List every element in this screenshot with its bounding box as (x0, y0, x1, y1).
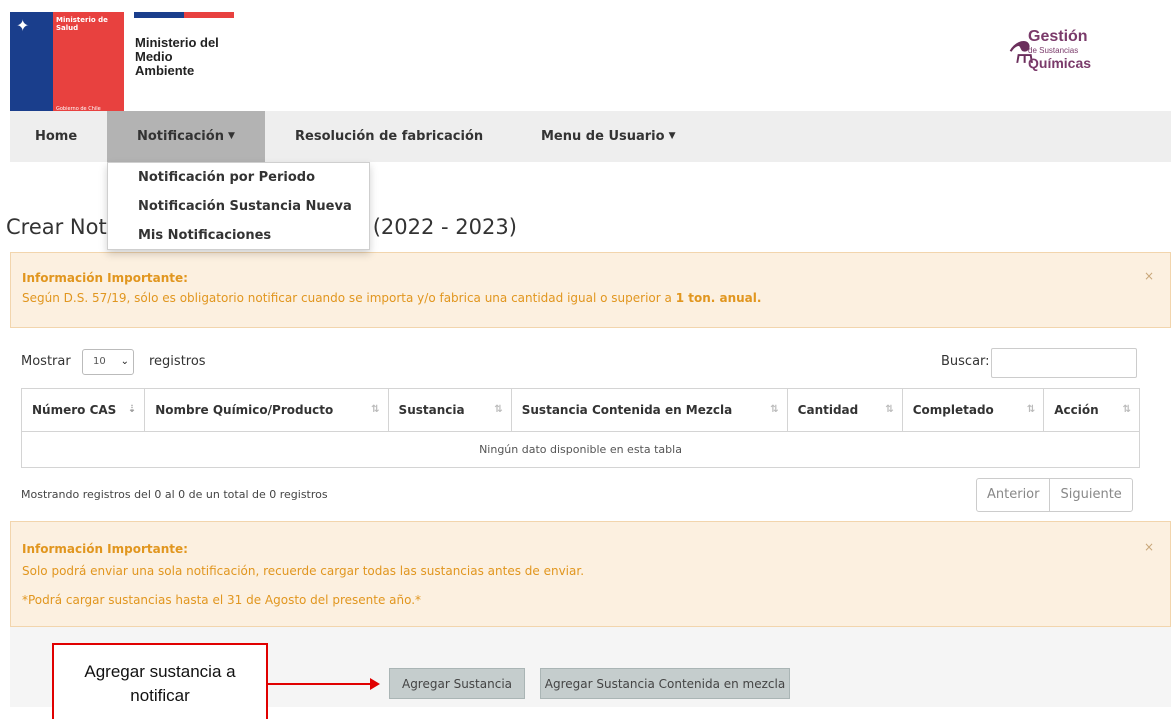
col-accion[interactable]: Acción ⇅ (1043, 388, 1140, 432)
caret-down-icon: ▼ (668, 131, 676, 141)
alert-2-line-1: Solo podrá enviar una sola notificación,… (22, 564, 585, 578)
notificaciones-table: Número CAS ⇣ Nombre Químico/Producto ⇅ Sus… (20, 388, 1140, 468)
table-info: Mostrando registros del 0 al 0 de un tot… (21, 488, 328, 501)
gob-title-2: Salud (56, 24, 79, 32)
page-title-end: (2022 - 2023) (372, 215, 517, 239)
mostrar-label: Mostrar (21, 354, 71, 369)
annotation-arrow (268, 683, 378, 685)
annotation-callout: Agregar sustancia a notificar (52, 643, 268, 719)
nav-notificacion[interactable]: Notificación ▼ (107, 111, 265, 162)
sort-asc-icon: ⇣ (127, 404, 137, 415)
buscar-label: Buscar: (941, 354, 990, 369)
agregar-sustancia-mezcla-button[interactable]: Agregar Sustancia Contenida en mezcla (540, 668, 790, 699)
pager-next-button[interactable]: Siguiente (1049, 479, 1131, 511)
sort-icon: ⇅ (1026, 404, 1036, 415)
gsq-line-2: de Sustancias (1028, 46, 1079, 55)
nav-resolucion-label: Resolución de fabricación (295, 129, 484, 144)
dropdown-item-periodo[interactable]: Notificación por Periodo (138, 170, 315, 185)
nav-notificacion-label: Notificación (137, 129, 224, 144)
chile-shield-icon: ✦ (16, 16, 30, 35)
nav-menu-usuario-label: Menu de Usuario (541, 129, 665, 144)
col-nombre-quimico[interactable]: Nombre Químico/Producto ⇅ (144, 388, 389, 432)
alert-1-bold: 1 ton. anual. (675, 291, 762, 305)
header: ✦ Ministerio de Salud Gobierno de Chile … (10, 12, 1171, 116)
close-icon[interactable]: × (1144, 540, 1154, 554)
alert-2-title: Información Importante: (22, 542, 188, 556)
sort-icon: ⇅ (371, 404, 380, 415)
info-alert-2: Información Importante: Solo podrá envia… (10, 521, 1171, 627)
alert-1-text: Según D.S. 57/19, sólo es obligatorio no… (22, 291, 762, 305)
search-input[interactable] (991, 348, 1137, 378)
callout-line-1: Agregar sustancia a (84, 662, 236, 681)
main-navbar: Home Notificación ▼ Resolución de fabrica… (10, 111, 1171, 162)
registros-label: registros (149, 354, 206, 369)
empty-table-message: Ningún dato disponible en esta tabla (21, 431, 1140, 468)
col-cantidad[interactable]: Cantidad ⇅ (786, 388, 903, 432)
gob-title-1: Ministerio de (56, 16, 108, 24)
pager-prev-button[interactable]: Anterior (977, 479, 1049, 511)
gsq-logo: ⚗ Gestión de Sustancias Químicas (1002, 12, 1110, 110)
info-alert-1: Información Importante: Según D.S. 57/19… (10, 252, 1171, 328)
flask-icon: ⚗ (1008, 36, 1035, 71)
page-size-select[interactable]: 10 ⌄ (82, 349, 134, 375)
sort-icon: ⇅ (770, 404, 779, 415)
arrow-head-icon (370, 678, 380, 690)
notificacion-dropdown-menu: Notificación por Periodo Notificación Su… (107, 162, 370, 250)
col-completado[interactable]: Completado ⇅ (901, 388, 1045, 432)
alert-1-title: Información Importante: (22, 271, 188, 285)
alert-2-line-2: *Podrá cargar sustancias hasta el 31 de … (22, 593, 422, 607)
gobierno-logo: ✦ Ministerio de Salud Gobierno de Chile (10, 12, 124, 116)
sort-icon: ⇅ (1122, 404, 1131, 415)
sort-icon: ⇅ (885, 404, 894, 415)
mma-line-3: Ambiente (135, 63, 195, 78)
page-size-value: 10 (93, 356, 106, 367)
col-sustancia[interactable]: Sustancia ⇅ (387, 388, 512, 432)
table-row: Ningún dato disponible en esta tabla (21, 431, 1140, 468)
caret-down-icon: ▼ (227, 131, 235, 141)
callout-line-2: notificar (130, 686, 190, 705)
mma-line-1: Ministerio del (135, 35, 219, 50)
col-numero-cas[interactable]: Número CAS ⇣ (20, 388, 146, 432)
mma-logo: Ministerio del Medio Ambiente (124, 12, 244, 110)
sort-icon: ⇅ (494, 404, 503, 415)
gsq-line-3: Químicas (1028, 55, 1092, 71)
page-title-start: Crear Not (6, 215, 107, 239)
close-icon[interactable]: × (1144, 269, 1154, 283)
nav-menu-usuario[interactable]: Menu de Usuario ▼ (531, 111, 685, 162)
nav-home[interactable]: Home (25, 111, 87, 162)
mma-line-2: Medio (135, 49, 173, 64)
nav-home-label: Home (35, 129, 78, 144)
pagination: Anterior Siguiente (976, 478, 1133, 512)
chevron-down-icon: ⌄ (120, 356, 129, 367)
nav-resolucion[interactable]: Resolución de fabricación (285, 111, 493, 162)
agregar-sustancia-button[interactable]: Agregar Sustancia (389, 668, 525, 699)
gsq-line-1: Gestión (1028, 28, 1088, 45)
dropdown-item-sustancia-nueva[interactable]: Notificación Sustancia Nueva (138, 199, 352, 214)
table-header-row: Número CAS ⇣ Nombre Químico/Producto ⇅ Sus… (20, 388, 1140, 432)
dropdown-item-mis-notificaciones[interactable]: Mis Notificaciones (138, 228, 271, 243)
col-sustancia-mezcla[interactable]: Sustancia Contenida en Mezcla ⇅ (510, 388, 788, 432)
